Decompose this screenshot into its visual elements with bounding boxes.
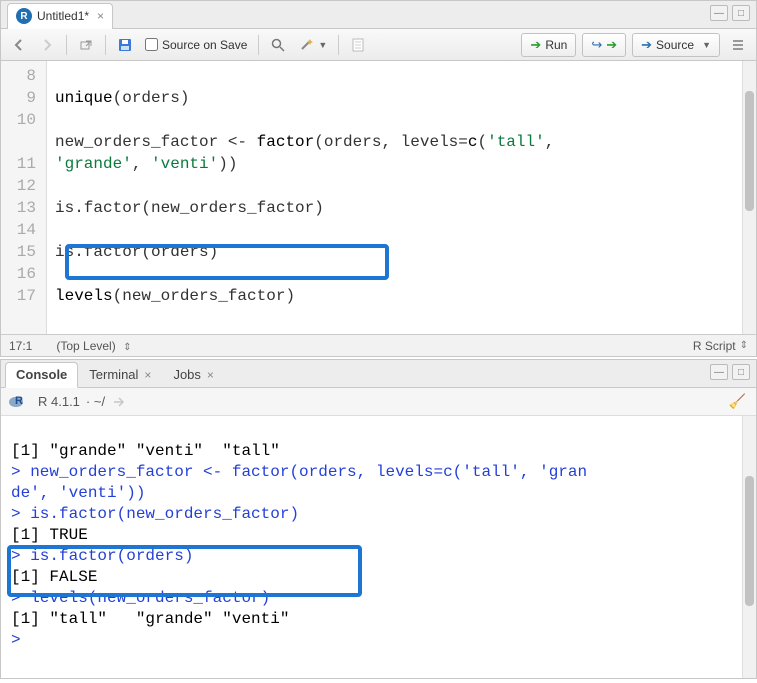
- minimize-pane-icon[interactable]: —: [710, 5, 728, 21]
- show-in-new-window-button[interactable]: [74, 33, 98, 57]
- close-tab-icon[interactable]: ×: [97, 9, 104, 23]
- arrow-left-icon: [11, 37, 27, 53]
- source-on-save-input[interactable]: [145, 38, 158, 51]
- console-output[interactable]: [1] "grande" "venti" "tall" > new_orders…: [1, 416, 756, 678]
- tab-console[interactable]: Console: [5, 362, 78, 388]
- updown-icon: ⇕: [740, 340, 748, 351]
- tab-jobs[interactable]: Jobs ×: [162, 362, 224, 388]
- pane-window-buttons: — □: [710, 5, 750, 21]
- source-on-save-label: Source on Save: [162, 38, 247, 52]
- file-tab-untitled1[interactable]: R Untitled1* ×: [7, 3, 113, 29]
- tab-terminal-label: Terminal: [89, 367, 138, 382]
- console-tab-row: Console Terminal × Jobs × — □: [1, 360, 756, 388]
- language-label: R Script: [693, 339, 736, 353]
- console-line: > new_orders_factor <- factor(orders, le…: [11, 463, 587, 481]
- console-line: [1] "tall" "grande" "venti": [11, 610, 289, 628]
- compile-report-button[interactable]: [346, 33, 370, 57]
- rerun-arrow-icon2: ➔: [606, 37, 617, 53]
- close-tab-icon[interactable]: ×: [207, 368, 214, 382]
- search-icon: [270, 37, 286, 53]
- chevron-down-icon: ▼: [318, 40, 327, 50]
- close-tab-icon[interactable]: ×: [144, 368, 151, 382]
- line-gutter: 8910 11121314151617: [1, 61, 47, 334]
- console-subbar: R 4.1.1 · ~/ 🧹: [1, 388, 756, 416]
- console-line: de', 'venti')): [11, 484, 145, 502]
- editor-pane: R Untitled1* × — □ Source on Save: [0, 0, 757, 357]
- code-area[interactable]: unique(orders) new_orders_factor <- fact…: [47, 61, 756, 334]
- code-editor[interactable]: 8910 11121314151617 unique(orders) new_o…: [1, 61, 756, 334]
- tab-jobs-label: Jobs: [173, 367, 200, 382]
- r-version-label: R 4.1.1: [38, 394, 80, 409]
- editor-scrollbar[interactable]: [742, 61, 756, 334]
- cursor-position: 17:1: [9, 339, 32, 353]
- file-tab-label: Untitled1*: [37, 9, 89, 23]
- scrollbar-thumb[interactable]: [745, 476, 754, 606]
- source-on-save-checkbox[interactable]: Source on Save: [141, 33, 251, 57]
- wand-icon: [298, 37, 314, 53]
- tab-terminal[interactable]: Terminal ×: [78, 362, 162, 388]
- save-icon: [117, 37, 133, 53]
- rerun-arrow-icon: ↪: [591, 37, 602, 53]
- console-line: > is.factor(orders): [11, 547, 193, 565]
- updown-icon: ⇕: [123, 342, 131, 353]
- maximize-pane-icon[interactable]: □: [732, 364, 750, 380]
- source-arrow-icon: ➔: [641, 37, 652, 53]
- r-file-icon: R: [16, 8, 32, 24]
- tab-console-label: Console: [16, 367, 67, 382]
- outline-button[interactable]: [726, 33, 750, 57]
- source-button[interactable]: ➔ Source ▼: [632, 33, 720, 57]
- arrow-right-icon: [39, 37, 55, 53]
- console-line: > is.factor(new_orders_factor): [11, 505, 299, 523]
- console-pane: Console Terminal × Jobs × — □ R 4.1.1 · …: [0, 359, 757, 679]
- outline-icon: [730, 37, 746, 53]
- console-line: [1] FALSE: [11, 568, 97, 586]
- minimize-pane-icon[interactable]: —: [710, 364, 728, 380]
- code-tools-button[interactable]: ▼: [294, 33, 331, 57]
- goto-wd-icon[interactable]: [111, 394, 127, 410]
- editor-toolbar: Source on Save ▼ ➔ Run ↪ ➔ ➔ Source: [1, 29, 756, 61]
- pane-window-buttons: — □: [710, 364, 750, 380]
- r-path-label: · ~/: [86, 394, 105, 409]
- editor-tab-row: R Untitled1* × — □: [1, 1, 756, 29]
- console-line: > levels(new_orders_factor): [11, 589, 270, 607]
- nav-forward-button[interactable]: [35, 33, 59, 57]
- run-arrow-icon: ➔: [530, 37, 541, 53]
- maximize-pane-icon[interactable]: □: [732, 5, 750, 21]
- clear-console-icon[interactable]: 🧹: [729, 393, 746, 410]
- editor-statusbar: 17:1 (Top Level) ⇕ R Script ⇕: [1, 334, 756, 356]
- scrollbar-thumb[interactable]: [745, 91, 754, 211]
- run-label: Run: [545, 38, 567, 52]
- save-button[interactable]: [113, 33, 137, 57]
- notebook-icon: [350, 37, 366, 53]
- console-prompt[interactable]: >: [11, 631, 30, 649]
- nav-back-button[interactable]: [7, 33, 31, 57]
- popout-icon: [78, 37, 94, 53]
- scope-selector[interactable]: (Top Level) ⇕: [56, 339, 131, 353]
- run-button[interactable]: ➔ Run: [521, 33, 576, 57]
- console-scrollbar[interactable]: [742, 416, 756, 678]
- console-line: [1] "grande" "venti" "tall": [11, 442, 280, 460]
- find-button[interactable]: [266, 33, 290, 57]
- chevron-down-icon: ▼: [702, 40, 711, 50]
- console-line: [1] TRUE: [11, 526, 88, 544]
- r-logo-icon: [9, 395, 27, 409]
- source-label: Source: [656, 38, 694, 52]
- rerun-button[interactable]: ↪ ➔: [582, 33, 626, 57]
- scope-label: (Top Level): [56, 339, 115, 353]
